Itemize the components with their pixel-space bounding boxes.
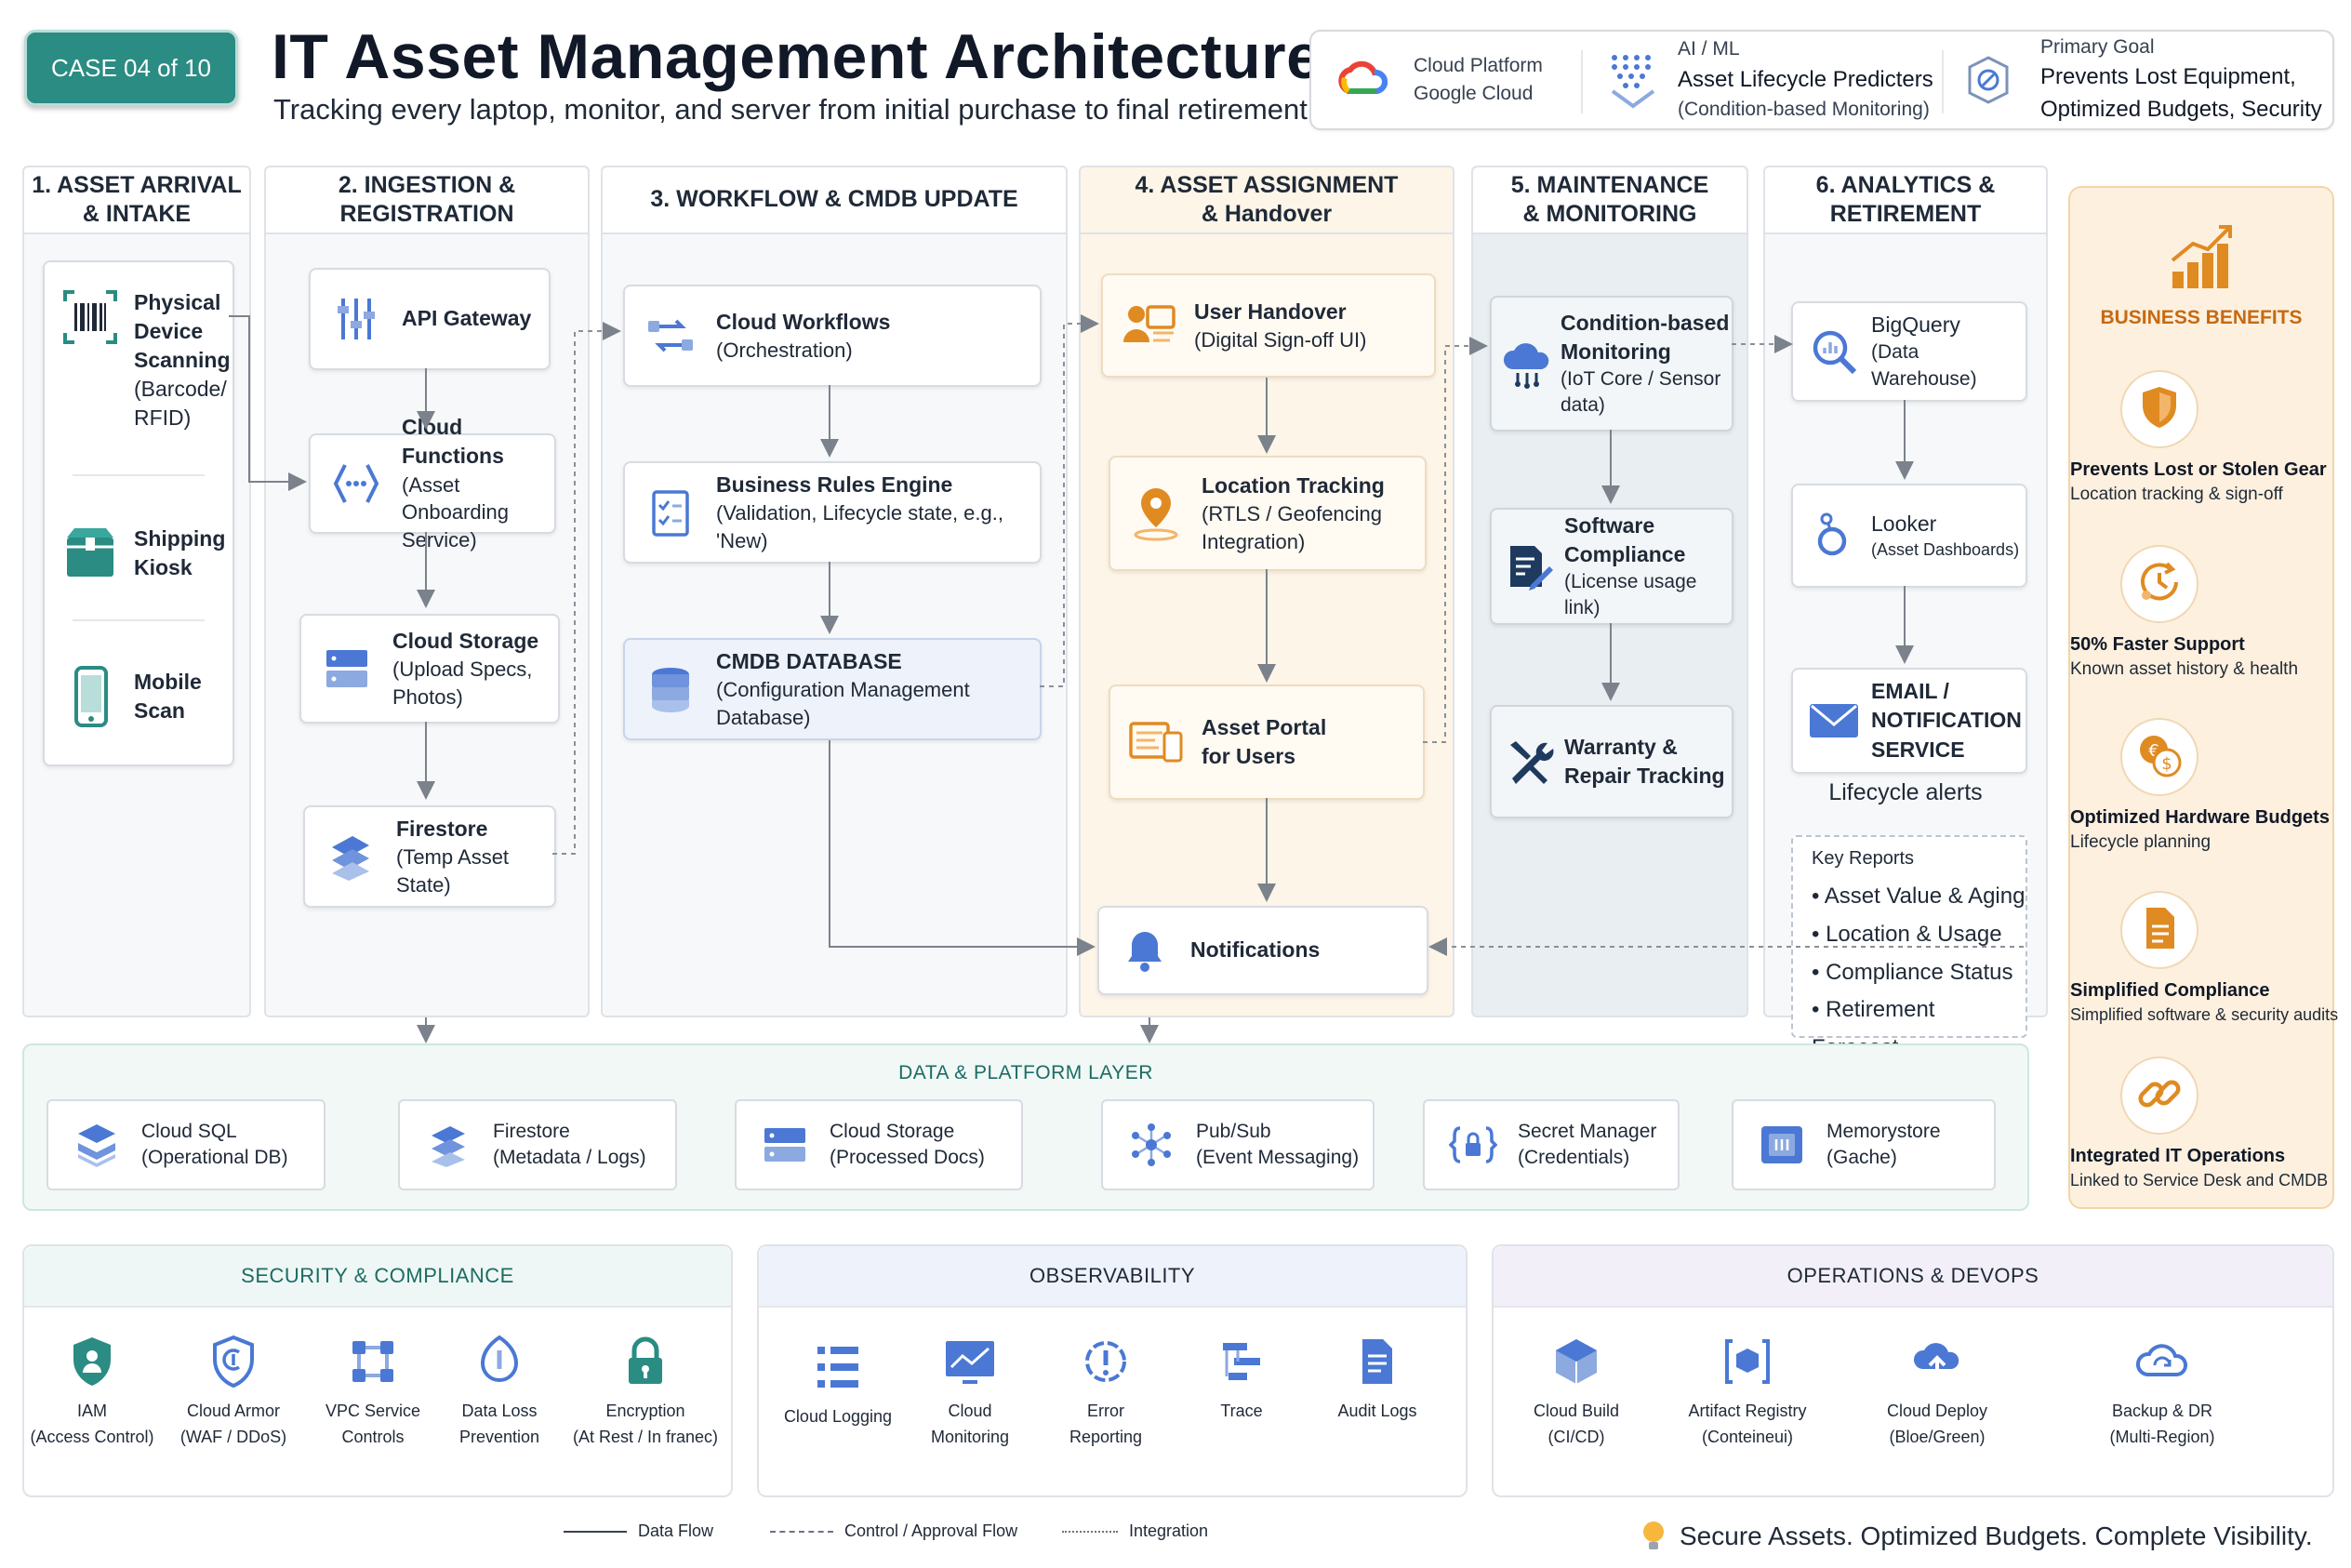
cloud-armor-icon xyxy=(204,1332,263,1391)
iam-shield-icon xyxy=(62,1332,122,1391)
business-benefits-panel: BUSINESS BENEFITS Prevents Lost or Stole… xyxy=(2068,186,2338,1209)
lightbulb-icon xyxy=(1640,1520,1667,1553)
benefit-item: Prevents Lost or Stolen Gear Location tr… xyxy=(2070,370,2332,505)
tagline: Secure Assets. Optimized Budgets. Comple… xyxy=(1640,1520,2313,1553)
encryption-item[interactable]: Encryption (At Rest / In franec) xyxy=(567,1332,724,1451)
pubsub-card[interactable]: Pub/Sub (Event Messaging) xyxy=(1101,1099,1375,1190)
artifact-registry-item[interactable]: Artifact Registry (Conteineui) xyxy=(1668,1332,1826,1451)
memorystore-icon xyxy=(1756,1119,1808,1171)
cloud-monitoring-item[interactable]: Cloud Monitoring xyxy=(900,1332,1040,1451)
svg-text:$: $ xyxy=(2161,754,2172,774)
operations-devops-panel: OPERATIONS & DEVOPS Cloud Build (CI/CD) A… xyxy=(1492,1244,2334,1497)
security-compliance-panel: SECURITY & COMPLIANCE IAM (Access Control… xyxy=(22,1244,733,1497)
firestore-icon xyxy=(422,1119,474,1171)
backup-cloud-icon xyxy=(2132,1332,2192,1391)
audit-logs-item[interactable]: Audit Logs xyxy=(1308,1332,1447,1425)
operations-title: OPERATIONS & DEVOPS xyxy=(1494,1246,2332,1308)
firestore-platform-card[interactable]: Firestore (Metadata / Logs) xyxy=(398,1099,677,1190)
backup-dr-item[interactable]: Backup & DR (Multi-Region) xyxy=(2092,1332,2232,1451)
vpc-service-controls-item[interactable]: VPC Service Controls xyxy=(303,1332,443,1451)
dlp-icon xyxy=(470,1332,529,1391)
data-loss-prevention-item[interactable]: Data Loss Prevention xyxy=(430,1332,569,1451)
cloud-build-icon xyxy=(1547,1332,1606,1391)
cloud-logging-item[interactable]: Cloud Logging xyxy=(768,1337,908,1430)
benefit-item: 50% Faster Support Known asset history &… xyxy=(2070,545,2332,680)
trace-item[interactable]: Trace xyxy=(1172,1332,1311,1425)
benefit-item: € $ Optimized Hardware Budgets Lifecycle … xyxy=(2070,718,2332,853)
cloud-deploy-item[interactable]: Cloud Deploy (Bloe/Green) xyxy=(1867,1332,2007,1451)
cloud-storage-icon xyxy=(759,1119,811,1171)
legend-data-flow: Data Flow xyxy=(564,1521,713,1541)
benefit-item: Integrated IT Operations Linked to Servi… xyxy=(2070,1056,2332,1190)
currency-coins-icon: € $ xyxy=(2135,731,2184,784)
growth-chart-icon xyxy=(2165,219,2239,294)
secret-manager-card[interactable]: Secret Manager (Credentials) xyxy=(1423,1099,1680,1190)
logging-icon xyxy=(808,1337,868,1397)
secret-manager-icon xyxy=(1447,1119,1499,1171)
shield-icon xyxy=(2135,383,2184,436)
trace-icon xyxy=(1212,1332,1271,1391)
benefits-title: BUSINESS BENEFITS xyxy=(2100,307,2303,328)
link-chain-icon xyxy=(2135,1070,2184,1123)
padlock-icon xyxy=(616,1332,675,1391)
monitoring-chart-icon xyxy=(940,1332,1000,1391)
cloud-sql-icon xyxy=(71,1119,123,1171)
cloud-armor-item[interactable]: Cloud Armor (WAF / DDoS) xyxy=(164,1332,303,1451)
platform-title: DATA & PLATFORM LAYER xyxy=(898,1062,1153,1083)
document-icon xyxy=(2135,904,2184,957)
cloud-build-item[interactable]: Cloud Build (CI/CD) xyxy=(1507,1332,1646,1451)
error-reporting-item[interactable]: Error Reporting xyxy=(1036,1332,1176,1451)
error-reporting-icon xyxy=(1076,1332,1136,1391)
observability-panel: OBSERVABILITY Cloud Logging Cloud Monitor… xyxy=(757,1244,1468,1497)
legend-integration: Integration xyxy=(1062,1521,1208,1541)
clock-refresh-icon xyxy=(2135,558,2184,611)
cloud-deploy-icon xyxy=(1907,1332,1967,1391)
pubsub-icon xyxy=(1125,1119,1177,1171)
observability-title: OBSERVABILITY xyxy=(759,1246,1466,1308)
artifact-registry-icon xyxy=(1718,1332,1777,1391)
legend-control-flow: Control / Approval Flow xyxy=(770,1521,1017,1541)
audit-logs-icon xyxy=(1348,1332,1407,1391)
benefit-item: Simplified Compliance Simplified softwar… xyxy=(2070,891,2338,1025)
iam-item[interactable]: IAM (Access Control) xyxy=(22,1332,162,1451)
vpc-network-icon xyxy=(343,1332,403,1391)
memorystore-card[interactable]: Memorystore (Gache) xyxy=(1732,1099,1996,1190)
cloud-storage-platform-card[interactable]: Cloud Storage (Processed Docs) xyxy=(735,1099,1023,1190)
cloud-sql-card[interactable]: Cloud SQL (Operational DB) xyxy=(46,1099,325,1190)
security-title: SECURITY & COMPLIANCE xyxy=(24,1246,731,1308)
data-platform-layer: DATA & PLATFORM LAYER Cloud SQL (Operatio… xyxy=(22,1043,2029,1211)
